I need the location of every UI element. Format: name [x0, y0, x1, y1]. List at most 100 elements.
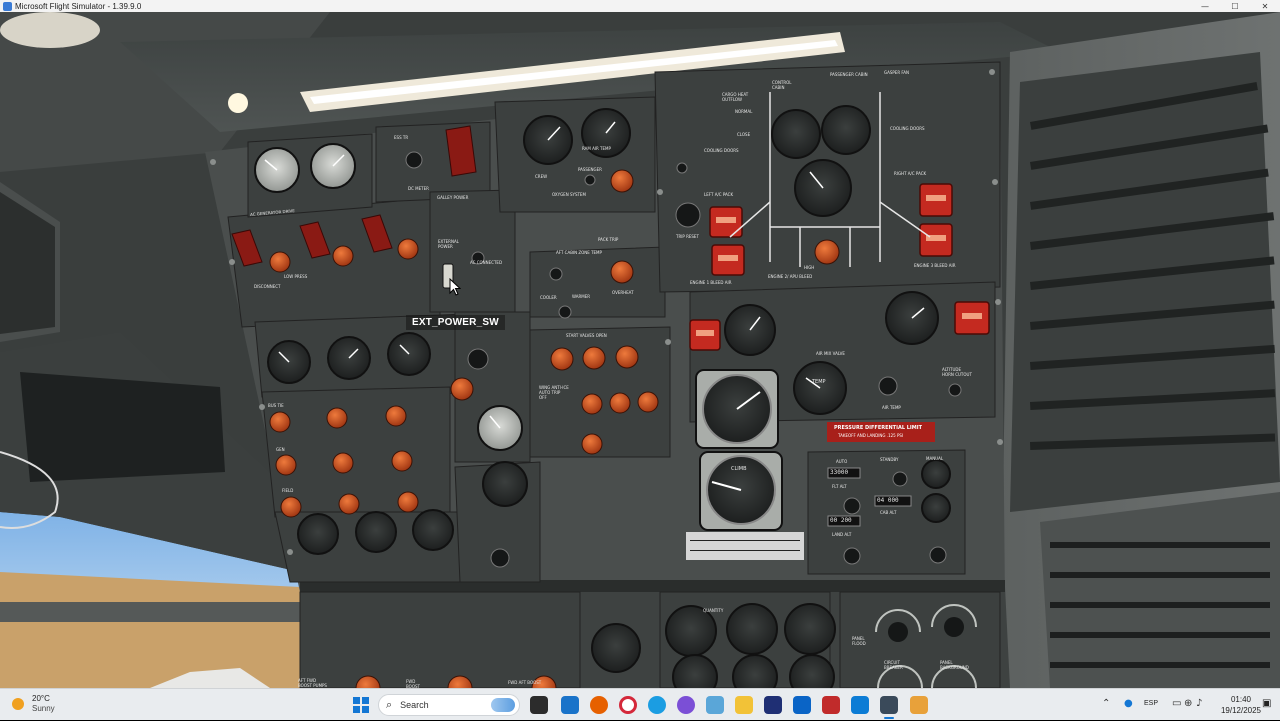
- engine1-bleed-label: ENGINE 1 BLEED AIR: [690, 280, 732, 285]
- ext-power-switch[interactable]: [441, 250, 455, 278]
- weather-temp: 20°C: [32, 694, 50, 703]
- control-tooltip: EXT_POWER_SW: [406, 315, 505, 330]
- store-icon[interactable]: [764, 696, 782, 714]
- sun-icon: [12, 698, 24, 710]
- high-label: HIGH: [804, 265, 815, 270]
- cooling-doors-right-label: COOLING DOORS: [890, 126, 925, 131]
- clock-time: 01:40: [1230, 695, 1252, 704]
- cooler-label: COOLER: [540, 295, 557, 300]
- ess-tr-label: ESS TR: [394, 135, 409, 140]
- windows-logo-icon: [353, 697, 360, 704]
- disconnect-label: DISCONNECT: [254, 284, 281, 289]
- normal-label: NORMAL: [735, 109, 753, 114]
- trip-reset-label: TRIP RESET: [676, 234, 699, 239]
- search-icon: ⌕: [386, 698, 393, 711]
- fwd-aft-boost-label: FWD AFT BOOST: [508, 680, 542, 685]
- taskbar-search[interactable]: ⌕ Search: [378, 694, 520, 716]
- low-press-label: LOW PRESS: [284, 274, 308, 279]
- file-explorer-icon[interactable]: [735, 696, 753, 714]
- flt-alt-label: FLT ALT: [832, 484, 847, 489]
- flt-alt-display: 33000: [830, 469, 849, 476]
- field-label: FIELD: [282, 488, 294, 493]
- microphone-icon[interactable]: ●: [1124, 698, 1133, 709]
- search-highlight-icon: [491, 698, 515, 712]
- cab-alt-label: CAB ALT: [880, 510, 897, 515]
- network-icon[interactable]: ⊕: [1184, 698, 1192, 709]
- aft-cabin-zone-temp-label: AFT CABIN ZONE TEMP: [556, 250, 602, 255]
- ram-air-temp-label: RAM AIR TEMP: [582, 146, 611, 151]
- standby-label: STANDBY: [880, 457, 899, 462]
- chevron-up-icon[interactable]: ⌃: [1102, 698, 1110, 709]
- cockpit-viewport[interactable]: AC GENERATOR DRIVE ESS TR DC METER GALLE…: [0, 12, 1280, 688]
- overheat-label: OVERHEAT: [612, 290, 634, 295]
- land-alt-label: LAND ALT: [832, 532, 852, 537]
- opera-icon[interactable]: [619, 696, 637, 714]
- task-view-icon[interactable]: [530, 696, 548, 714]
- language-indicator[interactable]: ESP: [1144, 700, 1158, 707]
- ac-connected-label: AC CONNECTED: [470, 260, 503, 265]
- engine3-bleed-label: ENGINE 3 BLEED AIR: [914, 263, 956, 268]
- external-power-label: EXTERNAL POWER: [438, 239, 459, 249]
- pack-trip-reset-button[interactable]: [682, 191, 706, 215]
- takeoff-landing-label: TAKEOFF AND LANDING .125 PSI: [838, 433, 904, 438]
- panel-flood-label: PANEL FLOOD: [852, 636, 866, 646]
- news-icon[interactable]: [822, 696, 840, 714]
- temp-label: TEMP: [812, 379, 826, 385]
- fwd-boost-label: FWD BOOST: [406, 679, 420, 688]
- utility-app-icon[interactable]: [910, 696, 928, 714]
- window-controls: — ☐ ✕: [1190, 0, 1280, 12]
- flight-simulator-icon[interactable]: [880, 696, 898, 719]
- air-temp-label: AIR TEMP: [882, 405, 901, 410]
- maximize-button[interactable]: ☐: [1220, 0, 1250, 12]
- volume-icon[interactable]: ♪: [1196, 698, 1202, 709]
- window-titlebar: Microsoft Flight Simulator - 1.39.9.0 — …: [0, 0, 1280, 12]
- passenger-label: PASSENGER: [578, 167, 602, 172]
- cab-alt-display: 04 000: [877, 497, 899, 504]
- copilot-icon[interactable]: [561, 696, 579, 714]
- crew-label: CREW: [535, 174, 548, 179]
- manual-label: MANUAL: [926, 456, 944, 461]
- search-placeholder: Search: [400, 700, 429, 710]
- clock-date: 19/12/2025: [1220, 706, 1262, 715]
- close-button[interactable]: ✕: [1250, 0, 1280, 12]
- copilot-app-icon[interactable]: [677, 696, 695, 714]
- start-button[interactable]: [353, 697, 369, 713]
- weather-widget[interactable]: 20°C Sunny: [12, 694, 55, 714]
- oxygen-system-label: OXYGEN SYSTEM: [552, 192, 586, 197]
- warmer-label: WARMER: [572, 294, 591, 299]
- edge-icon[interactable]: [648, 696, 666, 714]
- notification-bell-icon[interactable]: ▣: [1262, 698, 1271, 709]
- galley-power-label: GALLEY POWER: [437, 195, 469, 200]
- air-mix-valve-label: AIR MIX VALVE: [816, 351, 845, 356]
- cargo-heat-label: CARGO HEAT OUTFLOW: [722, 92, 749, 102]
- flight-tool-icon[interactable]: [851, 696, 869, 714]
- window-title: Microsoft Flight Simulator - 1.39.9.0: [15, 1, 142, 11]
- passenger-cabin-label: PASSENGER CABIN: [830, 72, 868, 77]
- climb-label: CLIMB: [731, 466, 747, 472]
- cooling-doors-left-label: COOLING DOORS: [704, 148, 739, 153]
- pressure-diff-limit-label: PRESSURE DIFFERENTIAL LIMIT: [834, 425, 923, 431]
- gasper-fan-label: GASPER FAN: [884, 70, 910, 75]
- quantity-label: QUANTITY: [703, 608, 724, 613]
- clock[interactable]: 01:40 19/12/2025: [1216, 694, 1266, 716]
- control-cabin-label: CONTROL CABIN: [772, 80, 792, 90]
- altitude-horn-label: ALTITUDE HORN CUTOUT: [942, 367, 972, 377]
- taskbar: 20°C Sunny ⌕ Search ⌃ ● ESP ▭ ⊕ ♪ 01:40 …: [0, 688, 1280, 720]
- land-alt-display: 00 200: [830, 517, 852, 524]
- wing-anti-ice-label: WING ANTI-ICE AUTO TRIP OFF: [539, 385, 569, 400]
- start-valves-label: START VALVES OPEN: [566, 333, 607, 338]
- bus-tie-label: BUS TIE: [268, 403, 284, 408]
- photos-icon[interactable]: [706, 696, 724, 714]
- aft-fwd-boost-label: AFT FWD BOOST PUMPS: [298, 678, 327, 688]
- weather-condition: Sunny: [32, 704, 55, 713]
- firefox-icon[interactable]: [590, 696, 608, 714]
- auto-label: AUTO: [836, 459, 848, 464]
- app-icon: [3, 1, 12, 11]
- outlook-icon[interactable]: [793, 696, 811, 714]
- display-icon[interactable]: ▭: [1172, 698, 1181, 709]
- minimize-button[interactable]: —: [1190, 0, 1220, 12]
- panel-background-label: PANEL BACKGROUND: [940, 660, 969, 670]
- engine2-apu-bleed-label: ENGINE 2/ APU BLEED: [768, 274, 813, 279]
- mouse-cursor-icon: [449, 278, 461, 296]
- left-ac-pack-label: LEFT A/C PACK: [704, 192, 734, 197]
